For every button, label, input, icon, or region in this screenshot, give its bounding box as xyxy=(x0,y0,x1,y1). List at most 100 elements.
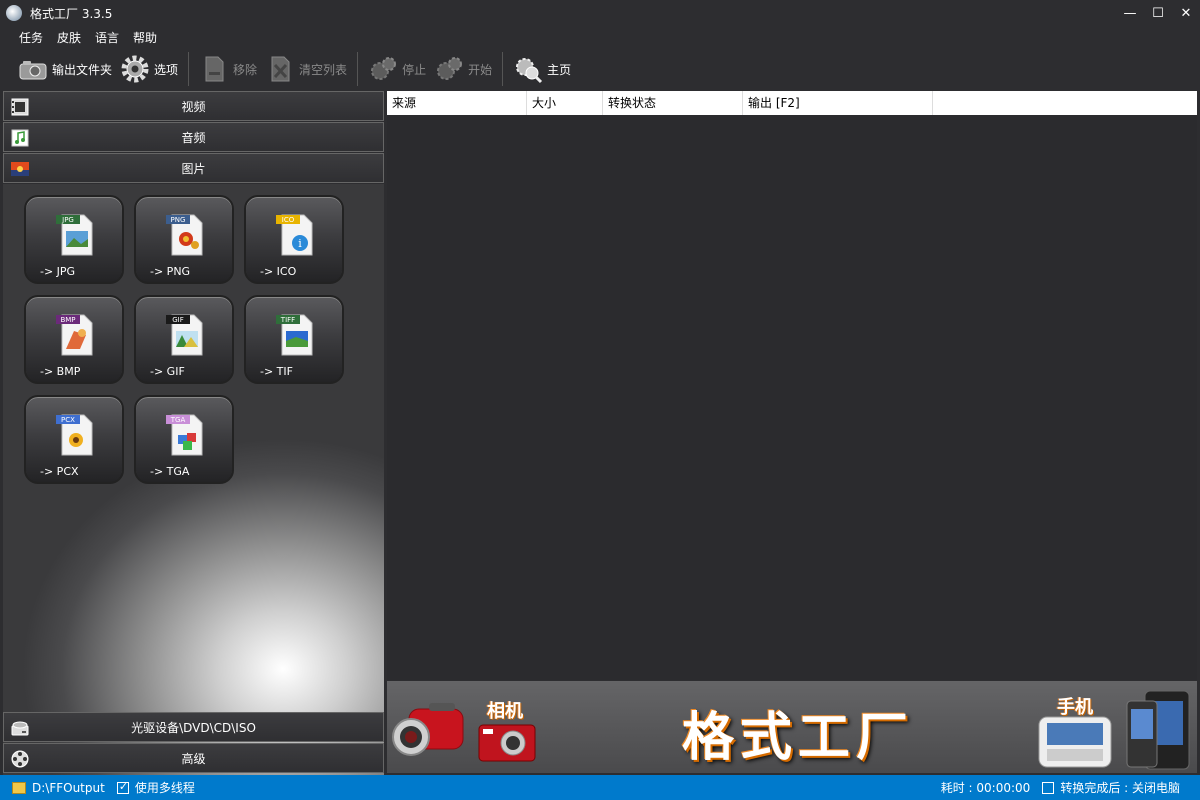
tiff-badge-text: TIFF xyxy=(280,316,295,324)
tile-label: -> TGA xyxy=(150,465,190,478)
start-button[interactable]: 开始 xyxy=(430,51,496,87)
category-image-label: 图片 xyxy=(181,161,206,176)
film-reel-icon xyxy=(11,750,29,768)
gif-badge-text: GIF xyxy=(172,316,184,324)
tga-file-icon: TGA xyxy=(166,414,203,456)
bottom-categories: 光驱设备\DVD\CD\ISO 高级 xyxy=(3,712,384,774)
category-panel: 视频 音频 图片 JPG -> JPG PNG -> PNG ICO i -> … xyxy=(3,91,384,800)
optical-drive-icon xyxy=(11,721,29,736)
start-gears-icon xyxy=(437,57,463,80)
smartphone-icon xyxy=(1038,716,1112,768)
output-path[interactable]: D:\FFOutput xyxy=(32,781,105,795)
multithread-label: 使用多线程 xyxy=(134,781,195,795)
minimize-button[interactable]: — xyxy=(1116,0,1144,26)
status-right-group: 耗时 : 00:00:00 转换完成后 : 关闭电脑 xyxy=(935,775,1180,800)
convert-to-ico-tile[interactable]: ICO i -> ICO xyxy=(244,195,344,284)
toolbar-divider xyxy=(502,52,504,86)
maximize-button[interactable]: ☐ xyxy=(1144,0,1172,26)
bmp-badge-text: BMP xyxy=(60,316,75,324)
jpg-file-icon: JPG xyxy=(56,214,93,256)
stop-label: 停止 xyxy=(402,62,427,77)
toolbar-divider xyxy=(357,52,359,86)
clear-list-icon xyxy=(271,56,290,82)
stop-gears-icon xyxy=(371,57,397,80)
png-badge-text: PNG xyxy=(171,216,186,224)
column-status[interactable]: 转换状态 xyxy=(603,91,743,115)
category-audio-label: 音频 xyxy=(181,130,206,145)
camera-label: 相机 xyxy=(487,701,523,722)
task-list[interactable]: 来源 大小 转换状态 输出 [F2] xyxy=(387,91,1197,680)
elapsed-time: 耗时 : 00:00:00 xyxy=(940,781,1031,795)
gear-icon xyxy=(121,55,149,83)
tile-label: -> PCX xyxy=(40,465,79,478)
convert-to-tif-tile[interactable]: TIFF -> TIF xyxy=(244,295,344,384)
category-optical[interactable]: 光驱设备\DVD\CD\ISO xyxy=(3,712,384,742)
convert-to-gif-tile[interactable]: GIF -> GIF xyxy=(134,295,234,384)
title-bar: 格式工厂 3.3.5 — ☐ ✕ xyxy=(0,0,1200,26)
toolbar-divider xyxy=(188,52,190,86)
menu-task[interactable]: 任务 xyxy=(12,29,50,46)
tile-label: -> BMP xyxy=(40,365,81,378)
remove-document-icon xyxy=(205,56,224,82)
options-button[interactable]: 选项 xyxy=(116,51,182,87)
output-folder-button[interactable]: 输出文件夹 xyxy=(14,51,116,87)
promo-banner: 相机 格式工厂 手机 xyxy=(387,681,1197,773)
close-button[interactable]: ✕ xyxy=(1172,0,1200,26)
window-controls: — ☐ ✕ xyxy=(1116,0,1200,26)
column-output[interactable]: 输出 [F2] xyxy=(743,91,933,115)
camcorder-icon xyxy=(392,703,464,756)
category-audio[interactable]: 音频 xyxy=(3,122,384,152)
png-file-icon: PNG xyxy=(166,214,203,256)
remove-label: 移除 xyxy=(233,62,258,77)
convert-to-bmp-tile[interactable]: BMP -> BMP xyxy=(24,295,124,384)
menu-language[interactable]: 语言 xyxy=(88,29,126,46)
column-source[interactable]: 来源 xyxy=(387,91,527,115)
category-advanced[interactable]: 高级 xyxy=(3,743,384,773)
output-folder-label: 输出文件夹 xyxy=(52,62,113,77)
column-size[interactable]: 大小 xyxy=(527,91,603,115)
gif-file-icon: GIF xyxy=(166,314,203,356)
image-format-grid: JPG -> JPG PNG -> PNG ICO i -> ICO BMP -… xyxy=(3,184,384,800)
camera-icon xyxy=(478,724,536,762)
picture-icon xyxy=(11,162,29,176)
tile-label: -> JPG xyxy=(40,265,76,278)
tile-label: -> TIF xyxy=(260,365,293,378)
clear-list-label: 清空列表 xyxy=(299,62,348,77)
category-video[interactable]: 视频 xyxy=(3,91,384,121)
ico-badge-text: ICO xyxy=(282,216,295,224)
convert-to-jpg-tile[interactable]: JPG -> JPG xyxy=(24,195,124,284)
menu-skin[interactable]: 皮肤 xyxy=(50,29,88,46)
film-icon xyxy=(11,98,29,116)
category-advanced-label: 高级 xyxy=(181,751,206,766)
tile-label: -> ICO xyxy=(260,265,297,278)
multithread-checkbox[interactable] xyxy=(116,780,129,794)
status-bar: D:\FFOutput 使用多线程 耗时 : 00:00:00 转换完成后 : … xyxy=(0,775,1200,800)
task-list-header: 来源 大小 转换状态 输出 [F2] xyxy=(387,91,1197,115)
ico-file-icon: ICO i xyxy=(276,214,313,256)
stop-button[interactable]: 停止 xyxy=(364,51,430,87)
svg-text:i: i xyxy=(298,237,302,250)
tiff-file-icon: TIFF xyxy=(276,314,313,356)
after-convert-label: 转换完成后 : 关闭电脑 xyxy=(1060,781,1180,795)
remove-button[interactable]: 移除 xyxy=(195,51,261,87)
column-filler xyxy=(933,91,1197,115)
folder-icon[interactable] xyxy=(12,781,26,794)
category-video-label: 视频 xyxy=(181,99,206,114)
tga-badge-text: TGA xyxy=(170,416,186,424)
home-button[interactable]: 主页 xyxy=(509,51,575,87)
after-convert-checkbox[interactable] xyxy=(1042,781,1055,794)
home-gear-search-icon xyxy=(516,58,543,84)
category-image[interactable]: 图片 xyxy=(3,153,384,183)
category-optical-label: 光驱设备\DVD\CD\ISO xyxy=(131,720,256,735)
convert-to-png-tile[interactable]: PNG -> PNG xyxy=(134,195,234,284)
bmp-file-icon: BMP xyxy=(56,314,93,356)
pda-phone-icon xyxy=(1126,690,1190,770)
jpg-badge-text: JPG xyxy=(61,216,74,224)
convert-to-tga-tile[interactable]: TGA -> TGA xyxy=(134,395,234,484)
options-label: 选项 xyxy=(154,62,179,77)
menu-help[interactable]: 帮助 xyxy=(126,29,164,46)
tile-label: -> GIF xyxy=(150,365,185,378)
clear-list-button[interactable]: 清空列表 xyxy=(261,51,351,87)
start-label: 开始 xyxy=(468,62,493,77)
convert-to-pcx-tile[interactable]: PCX -> PCX xyxy=(24,395,124,484)
